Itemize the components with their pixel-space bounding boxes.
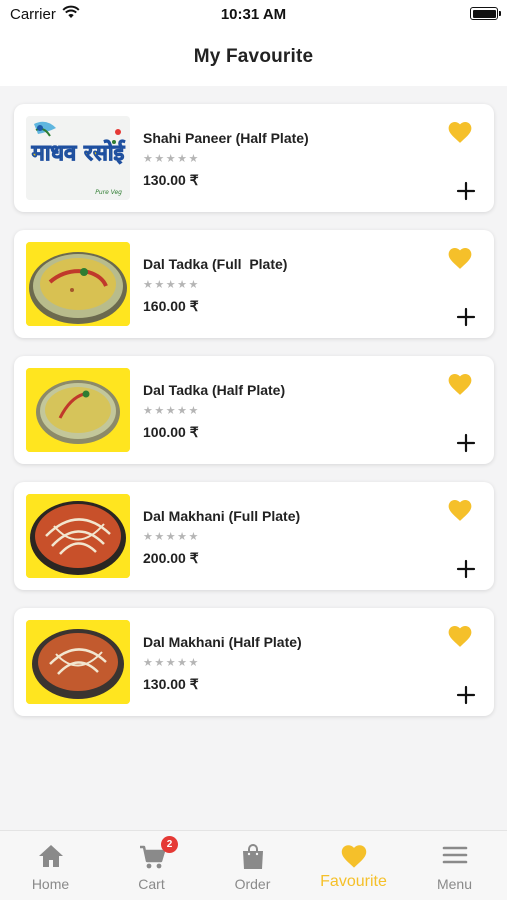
dal-tadka-image (26, 368, 130, 452)
heart-icon (448, 626, 472, 647)
favourite-item[interactable]: Dal Tadka (Full Plate) ★★★★★ 160.00 ₹ (14, 230, 494, 338)
item-price: 100.00 ₹ (143, 424, 199, 440)
favourite-item[interactable]: Dal Tadka (Half Plate) ★★★★★ 100.00 ₹ (14, 356, 494, 464)
rating-stars: ★★★★★ (143, 279, 200, 291)
favourite-item[interactable]: Dal Makhani (Full Plate) ★★★★★ 200.00 ₹ (14, 482, 494, 590)
tab-label: Menu (436, 876, 473, 892)
tab-cart[interactable]: 2 Cart (101, 831, 202, 900)
plus-icon (456, 307, 476, 327)
item-price: 160.00 ₹ (143, 298, 199, 314)
item-name: Dal Tadka (Full Plate) (143, 256, 288, 272)
item-name: Dal Makhani (Full Plate) (143, 508, 301, 524)
add-to-cart-button[interactable] (455, 432, 477, 454)
status-bar: Carrier 10:31 AM (0, 0, 507, 28)
tab-bar: Home 2 Cart Order Favourite Menu (0, 830, 507, 900)
favourite-item[interactable]: Dal Makhani (Half Plate) ★★★★★ 130.00 ₹ (14, 608, 494, 716)
favourite-heart-button[interactable] (447, 246, 473, 270)
heart-icon (448, 248, 472, 269)
restaurant-logo-image: माधव रसोई Pure Veg (26, 116, 130, 200)
add-to-cart-button[interactable] (455, 306, 477, 328)
tab-label: Cart (138, 876, 165, 892)
rating-stars: ★★★★★ (143, 405, 200, 417)
battery-icon (470, 7, 501, 20)
tab-label: Favourite (320, 873, 387, 890)
favourite-heart-button[interactable] (447, 624, 473, 648)
plus-icon (456, 181, 476, 201)
bag-icon (241, 843, 265, 876)
dal-tadka-image (26, 242, 130, 326)
item-price: 130.00 ₹ (143, 676, 199, 692)
logo-tag-text: Pure Veg (95, 189, 122, 196)
page-title: My Favourite (193, 46, 314, 67)
tab-menu[interactable]: Menu (404, 831, 505, 900)
rating-stars: ★★★★★ (143, 657, 200, 669)
plus-icon (456, 559, 476, 579)
nav-header: My Favourite (0, 28, 507, 86)
item-price: 200.00 ₹ (143, 550, 199, 566)
tab-label: Home (31, 876, 70, 892)
plus-icon (456, 433, 476, 453)
favourites-list: माधव रसोई Pure Veg Shahi Paneer (Half Pl… (14, 104, 494, 734)
item-name: Dal Makhani (Half Plate) (143, 634, 302, 650)
favourite-heart-button[interactable] (447, 372, 473, 396)
add-to-cart-button[interactable] (455, 684, 477, 706)
rating-stars: ★★★★★ (143, 531, 200, 543)
dal-makhani-image (26, 620, 130, 704)
menu-icon (441, 843, 469, 872)
tab-home[interactable]: Home (0, 831, 101, 900)
item-name: Shahi Paneer (Half Plate) (143, 130, 309, 146)
heart-icon (448, 122, 472, 143)
add-to-cart-button[interactable] (455, 180, 477, 202)
home-icon (37, 843, 65, 874)
tab-order[interactable]: Order (202, 831, 303, 900)
add-to-cart-button[interactable] (455, 558, 477, 580)
rating-stars: ★★★★★ (143, 153, 200, 165)
favourite-heart-button[interactable] (447, 498, 473, 522)
heart-icon (340, 843, 368, 874)
dal-makhani-image (26, 494, 130, 578)
favourite-item[interactable]: माधव रसोई Pure Veg Shahi Paneer (Half Pl… (14, 104, 494, 212)
item-name: Dal Tadka (Half Plate) (143, 382, 286, 398)
heart-icon (448, 500, 472, 521)
cart-badge: 2 (161, 836, 178, 853)
plus-icon (456, 685, 476, 705)
favourite-heart-button[interactable] (447, 120, 473, 144)
tab-favourite[interactable]: Favourite (303, 831, 404, 900)
tab-label: Order (234, 876, 271, 892)
item-price: 130.00 ₹ (143, 172, 199, 188)
status-time: 10:31 AM (220, 6, 287, 23)
logo-title-text: माधव रसोई (31, 139, 126, 166)
heart-icon (448, 374, 472, 395)
